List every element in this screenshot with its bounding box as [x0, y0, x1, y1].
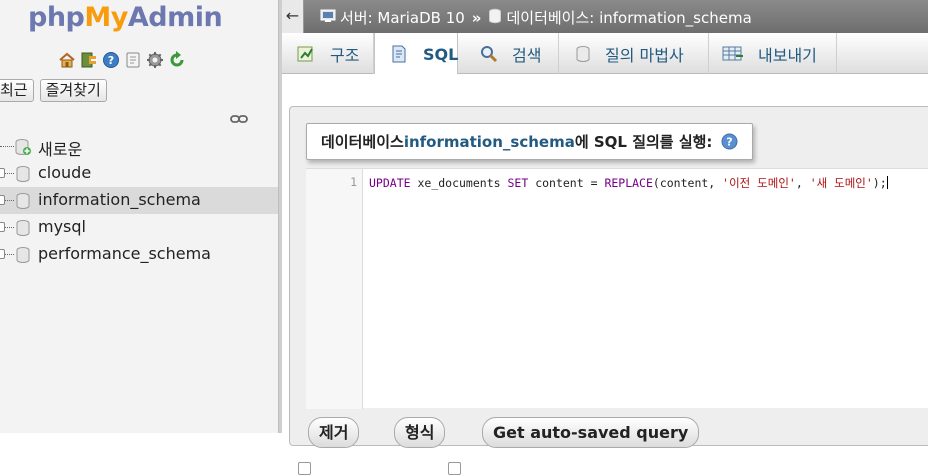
svg-text:?: ? — [107, 54, 113, 67]
export-icon — [722, 46, 744, 62]
tree-item-label[interactable]: cloude — [38, 163, 91, 182]
tab-search[interactable]: 검색 — [458, 33, 559, 74]
navigation-panel: phpMyAdmin ? 최근 즐겨찾기 새로운 cloude informat… — [0, 0, 278, 433]
phpmyadmin-logo[interactable]: phpMyAdmin — [28, 2, 223, 33]
tab-label: SQL — [423, 44, 459, 64]
legend-database-name: information_schema — [403, 132, 575, 151]
server-icon — [320, 8, 336, 27]
navigation-tabs: 최근 즐겨찾기 — [0, 79, 107, 102]
collapse-navigation-arrow-icon[interactable]: ← — [282, 0, 304, 33]
link-icon[interactable] — [230, 110, 248, 129]
navigation-icon-bar: ? — [57, 50, 186, 70]
sql-icon — [389, 44, 409, 64]
database-icon — [14, 219, 32, 241]
expand-icon[interactable] — [0, 168, 5, 178]
text-cursor — [886, 176, 888, 189]
sql-token: content = — [528, 176, 605, 190]
expand-icon[interactable] — [0, 195, 5, 205]
sql-token: SET — [507, 176, 529, 190]
breadcrumb-server-link[interactable]: 서버: MariaDB 10 — [340, 7, 465, 28]
tab-label: 구조 — [330, 45, 360, 65]
recent-tables-tab[interactable]: 최근 — [0, 79, 34, 102]
breadcrumb-database-link[interactable]: 데이터베이스: information_schema — [506, 7, 751, 28]
expand-icon[interactable] — [0, 222, 5, 232]
tree-item-new[interactable]: 새로운 — [0, 133, 278, 160]
tree-item-label[interactable]: information_schema — [38, 190, 201, 209]
reload-icon[interactable] — [167, 51, 186, 70]
legend-prefix: 데이터베이스 — [321, 133, 404, 151]
tab-sql[interactable]: SQL — [374, 33, 458, 75]
line-number-gutter: 1 — [306, 169, 363, 409]
main-panel: ← 서버: MariaDB 10 » 데이터베이스: information_s… — [282, 0, 928, 475]
logo-text-php: php — [28, 2, 85, 33]
tree-item-performance-schema[interactable]: performance_schema — [0, 241, 278, 268]
documentation-icon[interactable] — [123, 51, 142, 70]
query-wizard-icon — [575, 45, 591, 63]
sql-query-fieldset: 데이터베이스 information_schema 에 SQL 질의를 실행: … — [289, 106, 928, 475]
search-icon — [480, 45, 498, 63]
sql-code[interactable]: UPDATE xe_documents SET content = REPLAC… — [369, 175, 888, 191]
settings-icon[interactable] — [145, 51, 164, 70]
logo-text-admin: Admin — [127, 2, 223, 33]
tree-item-label[interactable]: 새로운 — [38, 136, 82, 160]
tab-export[interactable]: 내보내기 — [709, 33, 837, 74]
breadcrumb: 서버: MariaDB 10 » 데이터베이스: information_sch… — [320, 7, 752, 28]
tab-label: 내보내기 — [758, 45, 817, 65]
svg-text:?: ? — [727, 136, 733, 149]
sql-editor[interactable]: 1 UPDATE xe_documents SET content = REPL… — [306, 168, 928, 409]
database-icon — [14, 192, 32, 214]
bind-parameters-checkbox[interactable] — [298, 462, 311, 475]
database-icon — [14, 165, 32, 187]
expand-icon[interactable] — [0, 249, 5, 259]
breadcrumb-bar: ← 서버: MariaDB 10 » 데이터베이스: information_s… — [282, 0, 928, 33]
sql-query-legend: 데이터베이스 information_schema 에 SQL 질의를 실행: … — [306, 123, 754, 160]
tree-item-label[interactable]: performance_schema — [38, 244, 211, 263]
favorite-tables-tab[interactable]: 즐겨찾기 — [39, 79, 107, 102]
new-database-icon — [14, 138, 32, 160]
database-tabs: 구조 SQL 검색 질의 마법사 내보내기 — [282, 33, 928, 75]
sql-token: , — [795, 176, 810, 190]
tab-label: 질의 마법사 — [605, 45, 684, 65]
logout-icon[interactable] — [79, 51, 98, 70]
breadcrumb-separator: » — [471, 8, 482, 27]
logo-text-my: My — [84, 2, 128, 33]
home-icon[interactable] — [57, 51, 76, 70]
sql-token: '새 도메인' — [809, 176, 873, 190]
option-checkbox[interactable] — [448, 462, 461, 475]
sql-token: '이전 도메인' — [722, 176, 796, 190]
tab-structure[interactable]: 구조 — [282, 33, 374, 74]
sql-token: ); — [872, 176, 887, 190]
tab-query-wizard[interactable]: 질의 마법사 — [559, 33, 709, 74]
database-icon — [488, 8, 502, 28]
sql-token: (content, — [652, 176, 723, 190]
tree-item-information-schema[interactable]: information_schema — [0, 187, 278, 214]
help-icon[interactable]: ? — [101, 51, 120, 70]
tree-item-label[interactable]: mysql — [38, 217, 86, 236]
help-icon[interactable]: ? — [721, 133, 738, 150]
database-icon — [14, 246, 32, 268]
sql-token: UPDATE — [369, 176, 411, 190]
database-tree: 새로운 cloude information_schema mysql perf… — [0, 133, 278, 268]
legend-suffix: 에 SQL 질의를 실행: — [574, 133, 713, 151]
tree-item-mysql[interactable]: mysql — [0, 214, 278, 241]
sql-token: REPLACE — [604, 176, 653, 190]
tree-item-cloude[interactable]: cloude — [0, 160, 278, 187]
structure-icon — [296, 45, 316, 63]
tab-label: 검색 — [512, 45, 542, 65]
sql-token: xe_documents — [410, 176, 508, 190]
sql-query-area: 데이터베이스 information_schema 에 SQL 질의를 실행: … — [282, 74, 928, 475]
line-number: 1 — [350, 175, 357, 189]
